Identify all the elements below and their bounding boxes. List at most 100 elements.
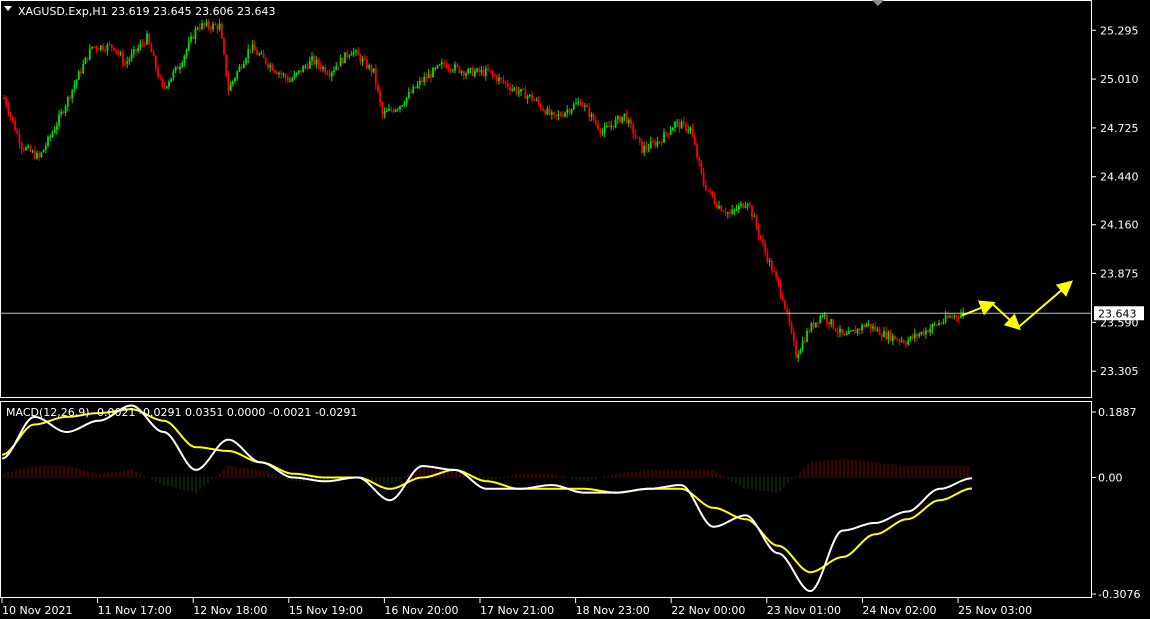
candle xyxy=(359,53,362,65)
trading-chart[interactable]: XAGUSD.Exp,H1 23.619 23.645 23.606 23.64… xyxy=(0,0,1150,619)
candle xyxy=(93,46,96,49)
candle xyxy=(632,121,635,140)
candle xyxy=(773,266,775,273)
candle xyxy=(627,117,630,127)
candle xyxy=(636,136,639,139)
candle xyxy=(828,321,830,330)
candle xyxy=(751,204,753,221)
candle xyxy=(955,314,958,322)
candle xyxy=(467,67,470,75)
candle xyxy=(82,59,85,75)
candle xyxy=(874,321,877,333)
candle xyxy=(555,114,558,121)
candle xyxy=(638,136,641,146)
candle xyxy=(264,57,267,66)
candle xyxy=(608,121,610,128)
candle xyxy=(190,32,192,44)
candle xyxy=(588,102,591,122)
candle xyxy=(192,35,195,40)
candle xyxy=(418,77,421,89)
candle xyxy=(907,336,910,346)
forecast-arrow xyxy=(991,302,1021,331)
candle xyxy=(324,64,327,75)
candle xyxy=(726,211,729,219)
candle xyxy=(432,66,434,78)
candle xyxy=(869,323,872,333)
candle xyxy=(476,67,478,73)
symbol-ohlc-label: XAGUSD.Exp,H1 23.619 23.645 23.606 23.64… xyxy=(18,5,276,18)
macd-tick-label: 0.00 xyxy=(1098,471,1123,484)
time-tick-label: 15 Nov 19:00 xyxy=(289,604,363,617)
candle xyxy=(410,89,412,94)
candle xyxy=(623,113,626,122)
candle xyxy=(597,119,599,131)
candle xyxy=(159,73,162,81)
candle xyxy=(260,50,263,55)
candle xyxy=(137,44,140,54)
candle xyxy=(755,214,758,230)
candle xyxy=(471,66,474,77)
candle xyxy=(170,77,173,83)
candle xyxy=(520,88,522,97)
candle xyxy=(225,54,228,78)
candle xyxy=(586,103,588,108)
candle xyxy=(183,54,186,67)
candle xyxy=(665,131,668,137)
candle xyxy=(401,104,404,107)
candle xyxy=(405,97,408,107)
candle xyxy=(876,326,879,333)
macd-pane[interactable] xyxy=(1,404,973,593)
candle xyxy=(187,36,190,52)
price-pane[interactable] xyxy=(3,18,965,362)
current-price-marker: 23.643 xyxy=(1,306,1144,321)
candle xyxy=(33,146,36,160)
candle xyxy=(174,66,177,74)
candle xyxy=(341,57,344,65)
candle xyxy=(779,279,782,299)
candle xyxy=(429,70,432,83)
candle xyxy=(784,300,786,311)
candle xyxy=(834,327,837,333)
candle xyxy=(792,328,795,347)
candle xyxy=(220,21,223,40)
candle xyxy=(951,313,954,319)
candle xyxy=(438,63,441,66)
candle xyxy=(198,23,201,33)
price-tick-label: 23.875 xyxy=(1100,268,1139,281)
candle xyxy=(247,44,250,64)
candle xyxy=(889,329,892,343)
price-tick-label: 25.010 xyxy=(1100,73,1139,86)
time-tick-label: 12 Nov 18:00 xyxy=(193,604,267,617)
candle xyxy=(456,62,459,69)
candle xyxy=(238,64,241,73)
candle xyxy=(799,348,802,355)
candle xyxy=(759,234,762,242)
candle xyxy=(916,332,918,342)
candle xyxy=(240,64,243,71)
shift-marker-icon[interactable] xyxy=(872,0,884,6)
candle xyxy=(300,70,302,75)
candle xyxy=(938,320,940,326)
time-axis: 10 Nov 2021 11 Nov 17:00 12 Nov 18:00 15 No… xyxy=(1,598,1032,617)
candle xyxy=(280,70,283,79)
candle xyxy=(31,149,34,154)
menu-triangle-icon[interactable] xyxy=(4,6,12,11)
candle xyxy=(256,47,258,55)
candle xyxy=(251,40,254,54)
candle xyxy=(933,321,936,327)
candle xyxy=(553,111,555,119)
macd-signal-line xyxy=(1,408,973,574)
candle xyxy=(729,208,731,218)
candle xyxy=(165,85,168,90)
macd-axis: 0.1887 0.00 -0.3076 xyxy=(1091,406,1140,601)
candle xyxy=(335,62,338,71)
candle xyxy=(605,122,608,128)
candle xyxy=(381,101,384,119)
candle xyxy=(614,116,617,129)
candle xyxy=(328,69,331,80)
candle xyxy=(654,138,657,149)
candle xyxy=(412,84,415,95)
candle xyxy=(500,76,503,84)
candle xyxy=(689,126,692,135)
candle xyxy=(311,52,313,66)
